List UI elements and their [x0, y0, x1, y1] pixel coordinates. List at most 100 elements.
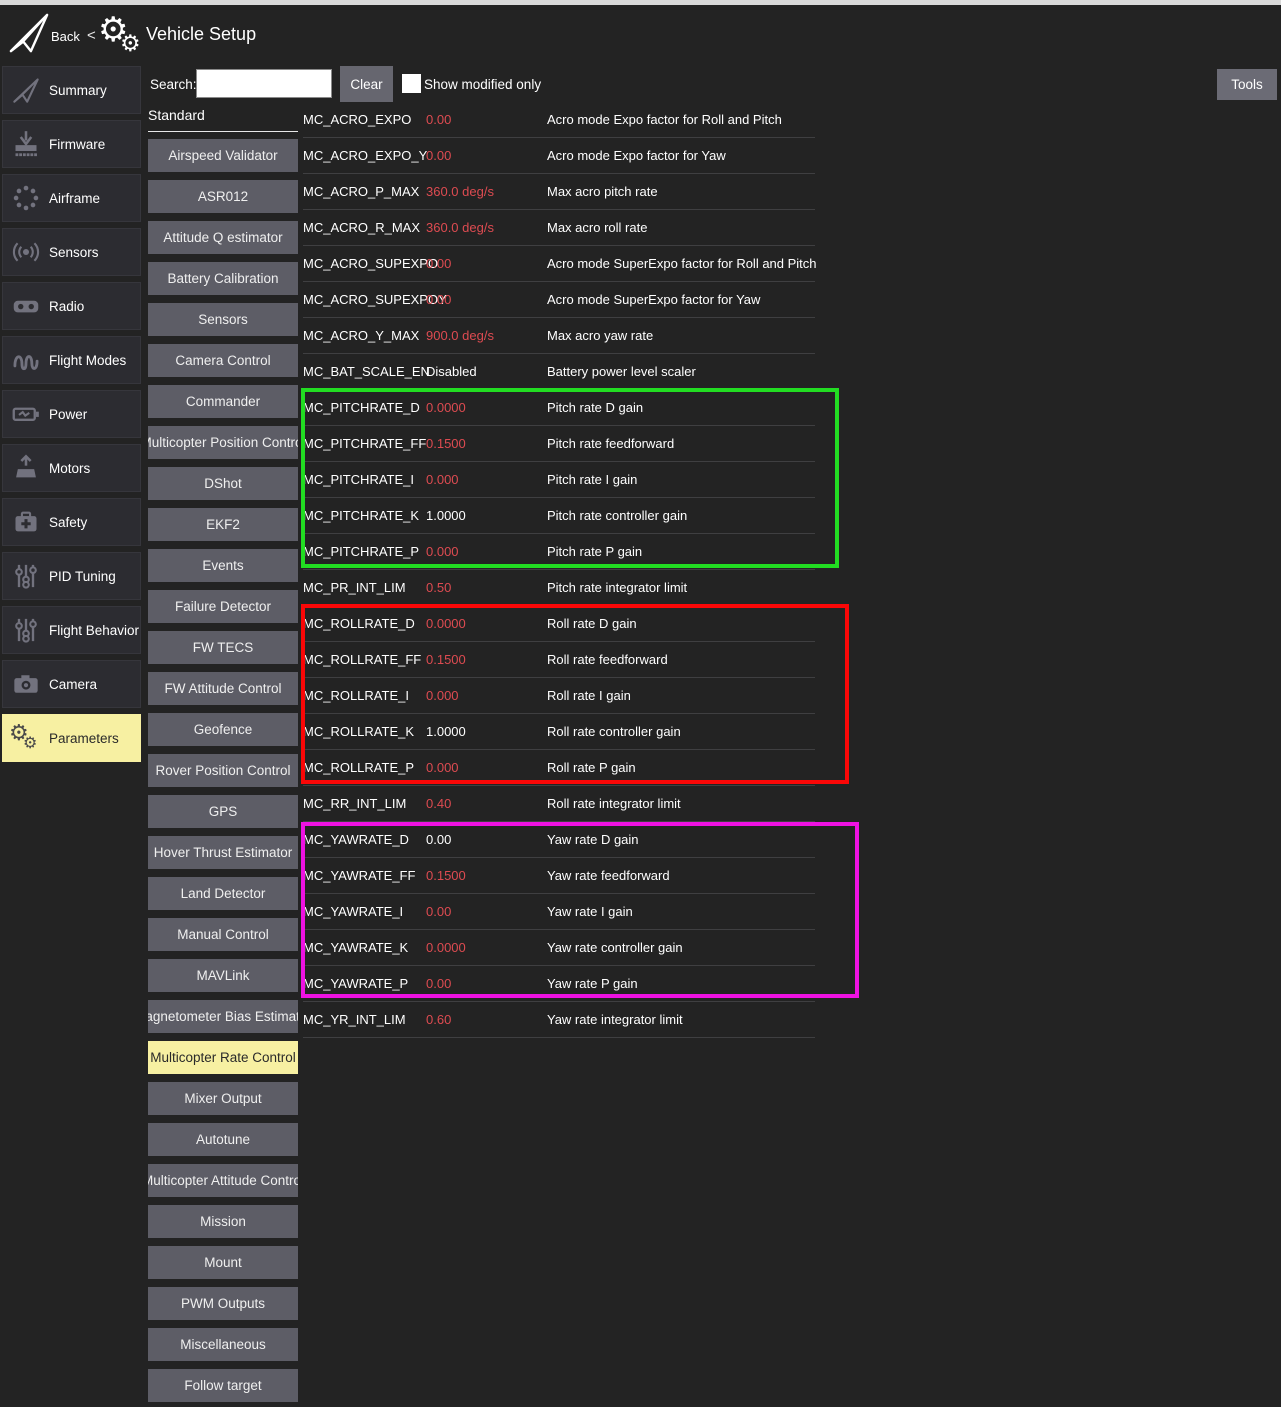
param-row-mc-rollrate-p[interactable]: MC_ROLLRATE_P0.000Roll rate P gain	[303, 750, 815, 786]
param-row-mc-acro-supexpoy[interactable]: MC_ACRO_SUPEXPOY0.00Acro mode SuperExpo …	[303, 282, 815, 318]
param-row-mc-rr-int-lim[interactable]: MC_RR_INT_LIM0.40Roll rate integrator li…	[303, 786, 815, 822]
param-row-mc-yawrate-k[interactable]: MC_YAWRATE_K0.0000Yaw rate controller ga…	[303, 930, 815, 966]
param-row-mc-pitchrate-i[interactable]: MC_PITCHRATE_I0.000Pitch rate I gain	[303, 462, 815, 498]
sidebar-item-safety[interactable]: Safety	[2, 498, 141, 546]
tools-button[interactable]: Tools	[1217, 69, 1277, 100]
param-name: MC_ACRO_EXPO_Y	[303, 148, 426, 163]
param-row-mc-pitchrate-k[interactable]: MC_PITCHRATE_K1.0000Pitch rate controlle…	[303, 498, 815, 534]
param-value: 0.00	[426, 256, 547, 271]
sidebar-item-label: Power	[49, 407, 87, 422]
vehicle-setup-window: Back < ⚙⚙ Vehicle Setup SummaryFirmwareA…	[0, 0, 1281, 1407]
clear-button[interactable]: Clear	[340, 66, 393, 102]
category-pwm-outputs[interactable]: PWM Outputs	[148, 1287, 298, 1320]
category-commander[interactable]: Commander	[148, 385, 298, 418]
param-description: Yaw rate I gain	[547, 904, 633, 919]
sidebar-item-radio[interactable]: Radio	[2, 282, 141, 330]
sidebar-item-summary[interactable]: Summary	[2, 66, 141, 114]
category-multicopter-attitude-control[interactable]: Multicopter Attitude Control	[148, 1164, 298, 1197]
sidebar-item-label: Summary	[49, 83, 107, 98]
param-value: 1.0000	[426, 508, 547, 523]
param-row-mc-acro-expo[interactable]: MC_ACRO_EXPO0.00Acro mode Expo factor fo…	[303, 102, 815, 138]
param-row-mc-bat-scale-en[interactable]: MC_BAT_SCALE_ENDisabledBattery power lev…	[303, 354, 815, 390]
qgroundcontrol-logo-icon[interactable]	[8, 11, 50, 55]
category-mission[interactable]: Mission	[148, 1205, 298, 1238]
search-input[interactable]	[196, 69, 332, 98]
param-row-mc-pr-int-lim[interactable]: MC_PR_INT_LIM0.50Pitch rate integrator l…	[303, 570, 815, 606]
param-row-mc-acro-p-max[interactable]: MC_ACRO_P_MAX360.0 deg/sMax acro pitch r…	[303, 174, 815, 210]
category-group-header[interactable]: Standard	[148, 107, 298, 132]
category-gps[interactable]: GPS	[148, 795, 298, 828]
sliders-icon	[3, 562, 49, 590]
param-description: Acro mode Expo factor for Yaw	[547, 148, 726, 163]
param-description: Yaw rate P gain	[547, 976, 638, 991]
category-land-detector[interactable]: Land Detector	[148, 877, 298, 910]
category-manual-control[interactable]: Manual Control	[148, 918, 298, 951]
category-follow-target[interactable]: Follow target	[148, 1369, 298, 1402]
param-row-mc-acro-expo-y[interactable]: MC_ACRO_EXPO_Y0.00Acro mode Expo factor …	[303, 138, 815, 174]
param-row-mc-rollrate-d[interactable]: MC_ROLLRATE_D0.0000Roll rate D gain	[303, 606, 815, 642]
category-multicopter-rate-control[interactable]: Multicopter Rate Control	[148, 1041, 298, 1074]
param-name: MC_YAWRATE_I	[303, 904, 426, 919]
category-fw-attitude-control[interactable]: FW Attitude Control	[148, 672, 298, 705]
param-row-mc-pitchrate-d[interactable]: MC_PITCHRATE_D0.0000Pitch rate D gain	[303, 390, 815, 426]
category-mount[interactable]: Mount	[148, 1246, 298, 1279]
category-geofence[interactable]: Geofence	[148, 713, 298, 746]
param-row-mc-rollrate-k[interactable]: MC_ROLLRATE_K1.0000Roll rate controller …	[303, 714, 815, 750]
category-events[interactable]: Events	[148, 549, 298, 582]
param-row-mc-acro-supexpo[interactable]: MC_ACRO_SUPEXPO0.00Acro mode SuperExpo f…	[303, 246, 815, 282]
param-row-mc-rollrate-i[interactable]: MC_ROLLRATE_I0.000Roll rate I gain	[303, 678, 815, 714]
param-value: 0.0000	[426, 400, 547, 415]
param-description: Acro mode SuperExpo factor for Roll and …	[547, 256, 817, 271]
sidebar-item-label: Camera	[49, 677, 97, 692]
category-airspeed-validator[interactable]: Airspeed Validator	[148, 139, 298, 172]
category-sensors[interactable]: Sensors	[148, 303, 298, 336]
safety-case-icon	[3, 508, 49, 536]
sidebar-item-flight-modes[interactable]: Flight Modes	[2, 336, 141, 384]
param-row-mc-yawrate-i[interactable]: MC_YAWRATE_I0.00Yaw rate I gain	[303, 894, 815, 930]
param-row-mc-pitchrate-ff[interactable]: MC_PITCHRATE_FF0.1500Pitch rate feedforw…	[303, 426, 815, 462]
sidebar-item-label: Radio	[49, 299, 84, 314]
category-magnetometer-bias-estimator[interactable]: Magnetometer Bias Estimator	[148, 1000, 298, 1033]
category-miscellaneous[interactable]: Miscellaneous	[148, 1328, 298, 1361]
param-name: MC_ROLLRATE_FF	[303, 652, 426, 667]
param-name: MC_ROLLRATE_K	[303, 724, 426, 739]
sidebar-item-power[interactable]: Power	[2, 390, 141, 438]
param-row-mc-pitchrate-p[interactable]: MC_PITCHRATE_P0.000Pitch rate P gain	[303, 534, 815, 570]
param-row-mc-acro-y-max[interactable]: MC_ACRO_Y_MAX900.0 deg/sMax acro yaw rat…	[303, 318, 815, 354]
param-value: 0.0000	[426, 940, 547, 955]
sidebar-item-flight-behavior[interactable]: Flight Behavior	[2, 606, 141, 654]
back-button[interactable]: Back	[51, 29, 80, 44]
param-name: MC_YAWRATE_FF	[303, 868, 426, 883]
sidebar-item-sensors[interactable]: Sensors	[2, 228, 141, 276]
parameter-table: MC_ACRO_EXPO0.00Acro mode Expo factor fo…	[303, 102, 815, 1038]
category-mixer-output[interactable]: Mixer Output	[148, 1082, 298, 1115]
category-autotune[interactable]: Autotune	[148, 1123, 298, 1156]
sidebar-item-motors[interactable]: Motors	[2, 444, 141, 492]
category-camera-control[interactable]: Camera Control	[148, 344, 298, 377]
param-value: 0.1500	[426, 436, 547, 451]
param-row-mc-rollrate-ff[interactable]: MC_ROLLRATE_FF0.1500Roll rate feedforwar…	[303, 642, 815, 678]
param-row-mc-yawrate-ff[interactable]: MC_YAWRATE_FF0.1500Yaw rate feedforward	[303, 858, 815, 894]
category-failure-detector[interactable]: Failure Detector	[148, 590, 298, 623]
sidebar-item-parameters[interactable]: ⚙⚙Parameters	[2, 714, 141, 762]
category-fw-tecs[interactable]: FW TECS	[148, 631, 298, 664]
category-asr012[interactable]: ASR012	[148, 180, 298, 213]
category-mavlink[interactable]: MAVLink	[148, 959, 298, 992]
param-value: 0.1500	[426, 652, 547, 667]
category-ekf2[interactable]: EKF2	[148, 508, 298, 541]
show-modified-checkbox[interactable]	[402, 74, 421, 93]
sidebar-item-pid-tuning[interactable]: PID Tuning	[2, 552, 141, 600]
category-dshot[interactable]: DShot	[148, 467, 298, 500]
param-row-mc-yawrate-d[interactable]: MC_YAWRATE_D0.00Yaw rate D gain	[303, 822, 815, 858]
param-row-mc-yawrate-p[interactable]: MC_YAWRATE_P0.00Yaw rate P gain	[303, 966, 815, 1002]
category-attitude-q-estimator[interactable]: Attitude Q estimator	[148, 221, 298, 254]
param-row-mc-yr-int-lim[interactable]: MC_YR_INT_LIM0.60Yaw rate integrator lim…	[303, 1002, 815, 1038]
category-rover-position-control[interactable]: Rover Position Control	[148, 754, 298, 787]
sidebar-item-firmware[interactable]: Firmware	[2, 120, 141, 168]
category-battery-calibration[interactable]: Battery Calibration	[148, 262, 298, 295]
category-multicopter-position-control[interactable]: Multicopter Position Control	[148, 426, 298, 459]
param-row-mc-acro-r-max[interactable]: MC_ACRO_R_MAX360.0 deg/sMax acro roll ra…	[303, 210, 815, 246]
sidebar-item-airframe[interactable]: Airframe	[2, 174, 141, 222]
sidebar-item-camera[interactable]: Camera	[2, 660, 141, 708]
category-hover-thrust-estimator[interactable]: Hover Thrust Estimator	[148, 836, 298, 869]
